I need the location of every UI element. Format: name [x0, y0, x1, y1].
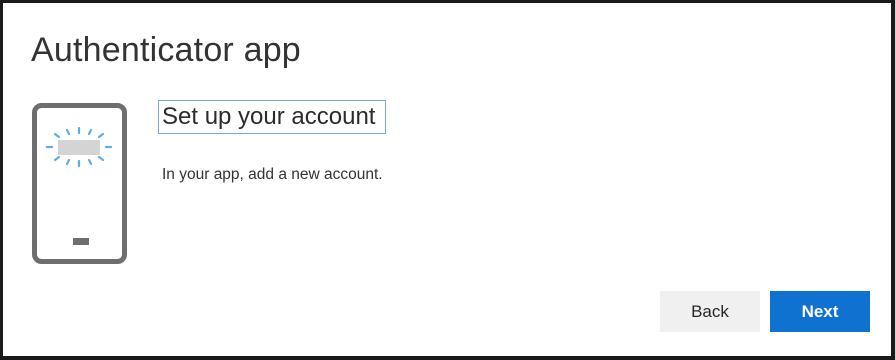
dialog-frame: Authenticator app Set up your account In…: [0, 0, 895, 360]
phone-add-account-icon: [32, 103, 127, 264]
next-button[interactable]: Next: [770, 291, 870, 332]
phone-illustration: [31, 102, 131, 267]
step-heading: Set up your account: [162, 103, 376, 130]
back-button[interactable]: Back: [660, 291, 760, 332]
step-heading-focus-box: Set up your account: [158, 100, 387, 134]
page-title: Authenticator app: [31, 31, 301, 69]
step-description: In your app, add a new account.: [162, 166, 383, 183]
